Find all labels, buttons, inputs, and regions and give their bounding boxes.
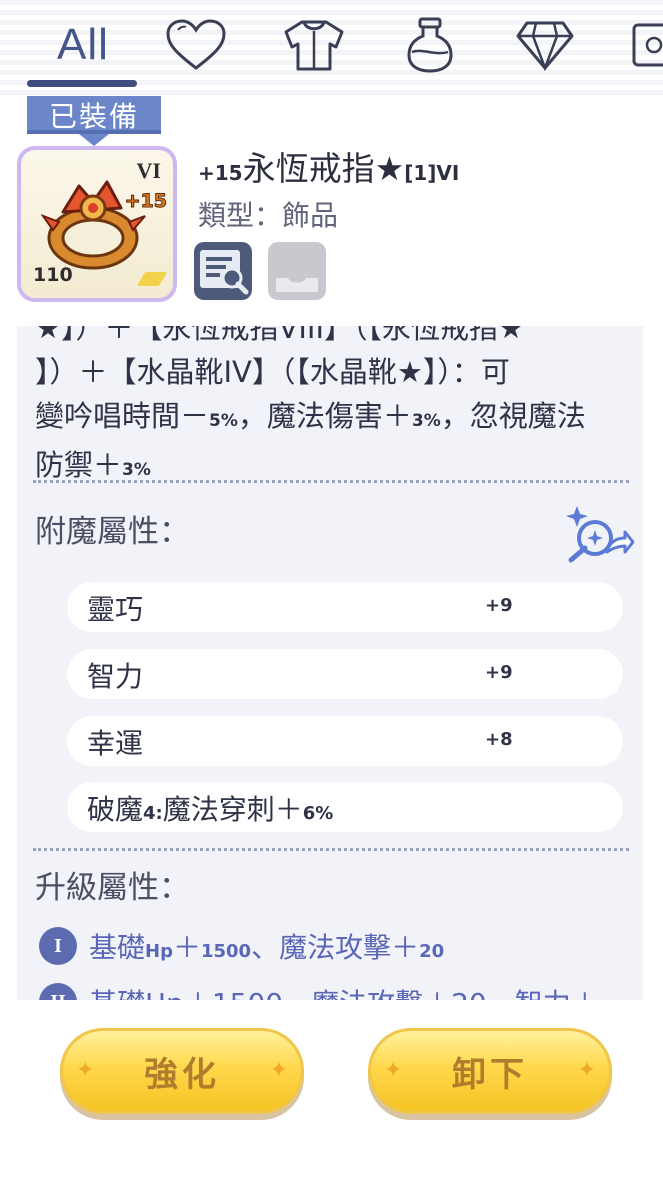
strengthen-button[interactable]: ✦ 強化 ✦: [60, 1028, 304, 1114]
unequip-button[interactable]: ✦ 卸下 ✦: [368, 1028, 612, 1114]
sparkle-icon: ✦: [577, 1058, 596, 1083]
unequip-button-label: 卸下: [452, 1054, 528, 1095]
enchant-stat-row: 破魔4:魔法穿刺＋6%: [67, 782, 623, 832]
tab-potion[interactable]: [398, 8, 462, 82]
item-name-suffix: [1]VI: [404, 161, 460, 185]
description-line-1: 】）＋【水晶靴IV】（【水晶靴★】）：可: [35, 355, 510, 389]
tab-card[interactable]: [630, 8, 663, 82]
tab-all-label: All: [57, 20, 109, 69]
tab-heart[interactable]: [160, 8, 232, 82]
sparkle-icon: ✦: [76, 1058, 95, 1083]
item-details-scroll-area[interactable]: ★】）＋【永恆戒指VIII】（【永恆戒指★ 】）＋【水晶靴IV】（【水晶靴★】）…: [17, 326, 643, 1000]
stat-name: 破魔4:魔法穿刺＋6%: [87, 793, 334, 826]
card-slot-button[interactable]: [268, 242, 326, 300]
empty-slot-icon: [276, 278, 318, 292]
stat-value: +8: [485, 729, 513, 750]
sparkle-icon: ✦: [384, 1058, 403, 1083]
stat-name: 幸運: [87, 727, 144, 760]
sparkle-icon: ✦: [269, 1058, 288, 1083]
stat-name: 靈巧: [87, 593, 144, 626]
item-name: +15永恆戒指★[1]VI: [198, 142, 459, 190]
tab-gem[interactable]: [510, 8, 580, 82]
tab-armor[interactable]: [278, 8, 350, 82]
description-line-2: 變吟唱時間－5%，魔法傷害＋3%，忽視魔法: [35, 399, 586, 433]
item-name-prefix: +15: [198, 161, 243, 185]
equipped-badge-label: 已裝備: [48, 100, 139, 133]
item-name-main: 永恆戒指★: [242, 149, 405, 188]
item-type: 類型：飾品: [198, 199, 339, 232]
tab-all[interactable]: All: [28, 8, 138, 82]
stat-name: 智力: [87, 660, 144, 693]
upgrade-line: II 基礎Hp＋1500、魔法攻擊＋20、智力＋: [39, 982, 599, 1000]
item-enhance-level: +15: [124, 190, 167, 213]
upgrade-text: 基礎Hp＋1500、魔法攻擊＋20、智力＋: [89, 982, 599, 1000]
item-rank: VI: [136, 158, 161, 183]
card-icon: [632, 23, 663, 67]
heart-icon: [166, 19, 226, 70]
active-tab-indicator: [27, 80, 137, 87]
upgrade-level-badge: II: [39, 983, 77, 1000]
enchant-stat-row: 靈巧 +9: [67, 582, 623, 632]
inspect-button[interactable]: [194, 242, 252, 300]
upgrade-section-title: 升級屬性：: [35, 870, 190, 906]
potion-icon: [407, 17, 453, 73]
set-effect-description: ★】）＋【永恆戒指VIII】（【永恆戒指★ 】）＋【水晶靴IV】（【水晶靴★】）…: [35, 326, 635, 492]
gem-icon: [516, 21, 574, 71]
stat-value: +9: [485, 662, 513, 683]
item-icon-frame[interactable]: VI +15 110: [17, 146, 177, 302]
armor-icon: [284, 20, 344, 71]
stat-value: +9: [485, 595, 513, 616]
magnifier-document-icon: [200, 250, 249, 295]
upgrade-level-badge: I: [39, 927, 77, 965]
strengthen-button-label: 強化: [144, 1054, 220, 1095]
enchant-stat-row: 智力 +9: [67, 649, 623, 699]
divider: [33, 848, 629, 851]
upgrade-line: I 基礎Hp＋1500、魔法攻擊＋20: [39, 926, 444, 966]
divider: [33, 480, 629, 483]
equipped-badge: 已裝備: [27, 96, 161, 148]
description-line-3: 防禦＋3%: [35, 448, 151, 482]
enchant-section-title: 附魔屬性：: [35, 514, 190, 550]
item-level: 110: [33, 264, 73, 286]
enchant-share-icon[interactable]: [565, 502, 635, 566]
upgrade-text: 基礎Hp＋1500、魔法攻擊＋20: [89, 931, 445, 964]
description-line-cut: ★】）＋【永恆戒指VIII】（【永恆戒指★: [35, 326, 524, 345]
enchant-stat-row: 幸運 +8: [67, 716, 623, 766]
